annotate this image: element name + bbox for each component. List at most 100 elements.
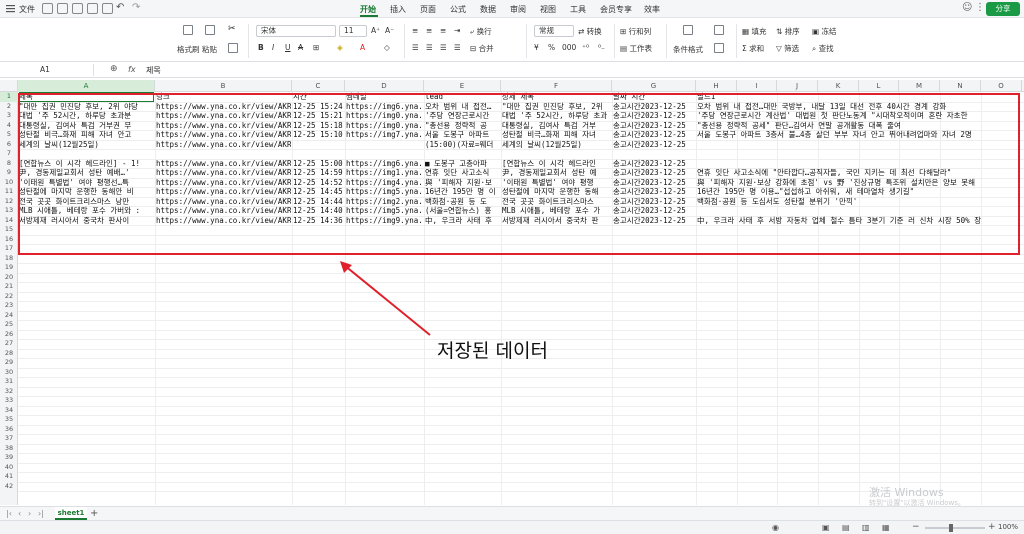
table-cell[interactable]: 12-25 14:45 — [293, 187, 344, 197]
table-cell[interactable]: 대법 '주 52시간, 하루당 초과분 — [19, 111, 154, 121]
copy-icon[interactable] — [228, 43, 238, 53]
table-cell[interactable]: 송고시간2023-12-25 — [613, 102, 695, 112]
table-cell[interactable]: https://www.yna.co.kr/view/AKR2C — [156, 206, 291, 216]
table-cell[interactable] — [502, 434, 611, 444]
wrap-button[interactable]: ⤶ 换行 — [470, 26, 492, 37]
normal-view-icon[interactable]: ▣ — [822, 523, 830, 532]
table-cell[interactable]: 오차 범위 내 접전… — [425, 102, 500, 112]
table-cell[interactable] — [156, 301, 291, 311]
table-cell[interactable]: https://img5.yna.c — [346, 206, 423, 216]
last-sheet-icon[interactable]: ›| — [38, 509, 44, 518]
border-icon[interactable]: ⊞ — [313, 43, 319, 52]
table-cell[interactable]: 세계의 날씨(12월25일) — [502, 140, 611, 150]
column-header[interactable]: F — [501, 80, 612, 92]
table-cell[interactable] — [156, 434, 291, 444]
table-cell[interactable] — [697, 434, 1020, 444]
table-cell[interactable]: https://img6.yna.c — [346, 159, 423, 169]
table-cell[interactable] — [19, 377, 154, 387]
zoom-slider-handle[interactable] — [949, 524, 953, 532]
table-cell[interactable] — [613, 311, 695, 321]
table-cell[interactable]: 성탄절에 마지막 운행한 동해안 비 — [19, 187, 154, 197]
table-cell[interactable] — [346, 463, 423, 473]
table-cell[interactable] — [19, 349, 154, 359]
page-break-icon[interactable]: ▥ — [862, 523, 870, 532]
align-middle-icon[interactable]: ≡ — [426, 26, 432, 35]
column-header[interactable]: E — [424, 80, 501, 92]
table-cell[interactable] — [613, 472, 695, 482]
table-cell[interactable]: 與 '피해자 지원·보 — [425, 178, 500, 188]
bold-icon[interactable]: B — [258, 43, 264, 52]
table-cell[interactable] — [613, 425, 695, 435]
table-cell[interactable] — [19, 434, 154, 444]
table-cell[interactable] — [346, 387, 423, 397]
table-cell[interactable] — [19, 396, 154, 406]
decrease-decimal-icon[interactable]: ⁰₋ — [598, 43, 605, 52]
table-cell[interactable] — [697, 206, 1020, 216]
table-cell[interactable]: 12-25 15:10 — [293, 130, 344, 140]
fill-button[interactable]: ▦ 填充 — [742, 26, 766, 37]
table-cell[interactable]: https://img7.yna.c — [346, 130, 423, 140]
table-cell[interactable] — [502, 225, 611, 235]
table-cell[interactable] — [346, 244, 423, 254]
table-cell[interactable]: 12-25 14:52 — [293, 178, 344, 188]
table-cell[interactable]: 상세 제목 — [502, 92, 611, 102]
table-cell[interactable] — [293, 415, 344, 425]
table-cell[interactable] — [502, 244, 611, 254]
table-cell[interactable]: https://www.yna.co.kr/view/AKR2C — [156, 140, 291, 150]
eye-icon[interactable]: ◉ — [772, 523, 779, 532]
table-cell[interactable] — [697, 225, 1020, 235]
table-cell[interactable] — [613, 292, 695, 302]
table-cell[interactable] — [425, 387, 500, 397]
table-cell[interactable]: 서방제재 러시아서 중국차 판사이 — [19, 216, 154, 226]
table-cell[interactable] — [502, 282, 611, 292]
sheet-tab[interactable]: sheet1 — [55, 507, 87, 520]
paint-icon[interactable] — [102, 3, 113, 14]
table-cell[interactable]: 썸네일 — [346, 92, 423, 102]
table-cell[interactable]: 中, 우크라 사태 후 서방 자동차 업체 철수 틈타 3분기 기준 러 신차 … — [697, 216, 1020, 226]
currency-icon[interactable]: ¥ — [534, 43, 539, 52]
table-cell[interactable]: 필드1 — [697, 92, 1020, 102]
column-header[interactable]: K — [818, 80, 859, 92]
table-cell[interactable] — [502, 387, 611, 397]
clear-format-icon[interactable]: ◇ — [384, 43, 390, 52]
conditional-format-label[interactable]: 条件格式 — [673, 44, 703, 55]
table-cell[interactable] — [697, 349, 1020, 359]
menu-icon[interactable] — [5, 3, 16, 14]
format-painter-icon[interactable] — [183, 25, 193, 35]
table-cell[interactable] — [156, 311, 291, 321]
table-cell[interactable]: ■ 도봉구 고층아파 — [425, 159, 500, 169]
table-cell[interactable] — [19, 387, 154, 397]
table-cell[interactable]: "대만 집권 민진당 후보, 2위 — [502, 102, 611, 112]
table-cell[interactable] — [346, 444, 423, 454]
table-cell[interactable] — [697, 159, 1020, 169]
table-cell[interactable] — [613, 406, 695, 416]
table-cell[interactable]: 송고시간2023-12-25 — [613, 130, 695, 140]
table-cell[interactable]: 서울 도봉구 아파트 3층서 불…4층 살던 부부 자녀 안고 뛰어내려업마와 … — [697, 130, 1020, 140]
table-cell[interactable] — [346, 434, 423, 444]
table-cell[interactable] — [613, 282, 695, 292]
table-cell[interactable]: https://img0.yna.c — [346, 111, 423, 121]
table-cell[interactable] — [425, 472, 500, 482]
align-right-icon[interactable]: ☰ — [440, 43, 447, 52]
undo-icon[interactable]: ↶ — [116, 2, 124, 13]
table-cell[interactable] — [502, 444, 611, 454]
tab-efficiency[interactable]: 效率 — [644, 4, 660, 15]
table-cell[interactable]: 송고시간2023-12-25 — [613, 197, 695, 207]
table-cell[interactable] — [19, 235, 154, 245]
table-cell[interactable] — [293, 453, 344, 463]
table-cell[interactable] — [697, 472, 1020, 482]
table-cell[interactable] — [502, 301, 611, 311]
table-cell[interactable] — [346, 406, 423, 416]
table-cell[interactable] — [293, 377, 344, 387]
table-cell[interactable]: 12-25 15:21 — [293, 111, 344, 121]
zoom-in-icon[interactable]: + — [988, 522, 996, 532]
more-icon[interactable]: ⋮ — [975, 2, 985, 13]
table-cell[interactable]: [연합뉴스 이 시각 헤드라인 — [502, 159, 611, 169]
table-cell[interactable] — [19, 301, 154, 311]
table-cell[interactable] — [613, 263, 695, 273]
table-cell[interactable]: 대법 '주 52시간, 하루당 초과 — [502, 111, 611, 121]
table-cell[interactable]: 12-25 14:59 — [293, 168, 344, 178]
paste-icon[interactable] — [205, 25, 215, 35]
table-style-icon[interactable] — [714, 25, 724, 35]
table-cell[interactable] — [697, 339, 1020, 349]
